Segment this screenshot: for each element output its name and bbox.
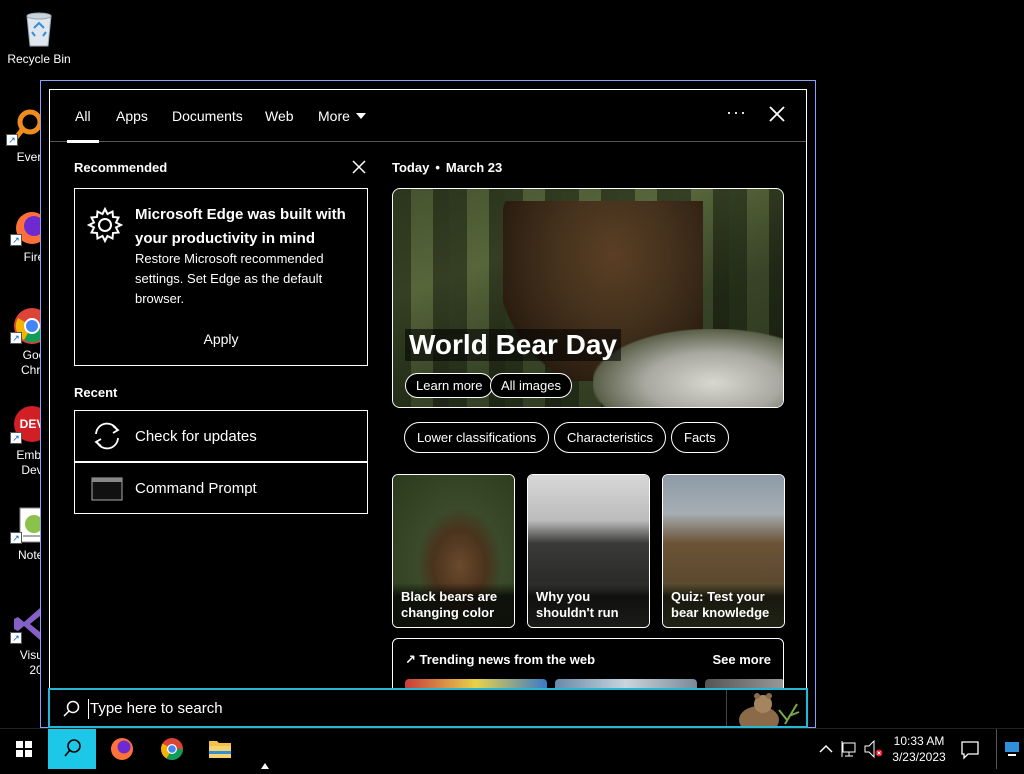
tab-more-label: More: [318, 108, 350, 124]
tab-apps[interactable]: Apps: [116, 108, 148, 124]
dismiss-recommended-icon[interactable]: [350, 158, 368, 176]
search-tabs: All Apps Documents Web More ···: [50, 90, 806, 143]
today-heading: Today • March 23: [392, 160, 786, 175]
clock-date: 3/23/2023: [892, 750, 946, 764]
trending-arrow-icon: ↗: [405, 652, 420, 667]
shortcut-arrow-icon: ↗: [10, 332, 22, 344]
news-card-quiz[interactable]: Quiz: Test your bear knowledge: [662, 474, 785, 628]
hero-card[interactable]: World Bear Day Learn more All images: [392, 188, 784, 408]
shortcut-arrow-icon: ↗: [10, 532, 22, 544]
rock-image: [593, 329, 783, 407]
search-icon: [48, 739, 96, 773]
mouse-cursor: [261, 763, 269, 769]
tab-documents[interactable]: Documents: [172, 108, 243, 124]
chevron-down-icon: [355, 113, 366, 119]
action-center-button[interactable]: [954, 729, 986, 769]
volume-muted-icon[interactable]: [862, 729, 884, 769]
show-desktop-button[interactable]: [996, 729, 1024, 769]
clock-time: 10:33 AM: [893, 734, 945, 748]
start-button[interactable]: [0, 729, 48, 769]
search-panel-content: All Apps Documents Web More ··· Recommen…: [49, 89, 807, 689]
recommended-title: Recommended: [74, 160, 168, 175]
news-card-caption: Quiz: Test your bear knowledge: [663, 583, 784, 627]
taskbar-search-box[interactable]: Type here to search: [48, 688, 808, 734]
command-prompt-icon: [91, 472, 123, 504]
recommended-body: Restore Microsoft recommended settings. …: [135, 251, 324, 306]
gear-icon: [85, 205, 125, 245]
tab-all[interactable]: All: [67, 108, 98, 143]
apply-button[interactable]: Apply: [75, 331, 367, 347]
trending-news-card[interactable]: ↗ Trending news from the web See more: [392, 638, 784, 688]
text-cursor: [88, 699, 89, 719]
desktop-icon-recycle-bin[interactable]: Recycle Bin: [1, 8, 77, 67]
chrome-icon: [148, 738, 196, 773]
show-hidden-icons-button[interactable]: [816, 729, 836, 769]
network-icon[interactable]: [840, 729, 860, 769]
separator-dot: •: [435, 160, 440, 175]
recycle-bin-icon: [19, 8, 59, 48]
today-label: Today: [392, 160, 430, 175]
recommended-card[interactable]: Microsoft Edge was built with your produ…: [74, 188, 368, 366]
taskbar-firefox[interactable]: [98, 729, 146, 769]
chip-characteristics[interactable]: Characteristics: [554, 422, 666, 453]
recent-item-label: Check for updates: [135, 428, 257, 445]
left-column: Recommended Microsoft Edge was built wit…: [74, 158, 368, 514]
chip-lower-classifications[interactable]: Lower classifications: [404, 422, 550, 453]
shortcut-arrow-icon: ↗: [10, 632, 22, 644]
trending-title: ↗ Trending news from the web: [405, 652, 595, 668]
chip-facts[interactable]: Facts: [671, 422, 729, 453]
desktop-icon-label: Recycle Bin: [7, 52, 71, 66]
news-card-caption: Why you shouldn't run: [528, 583, 649, 627]
taskbar-chrome[interactable]: [148, 729, 196, 769]
shortcut-arrow-icon: ↗: [6, 134, 18, 146]
recent-item-command-prompt[interactable]: Command Prompt: [74, 462, 368, 514]
system-clock[interactable]: 10:33 AM 3/23/2023: [888, 733, 950, 765]
recent-item-label: Command Prompt: [135, 480, 257, 497]
start-icon: [0, 741, 48, 773]
today-date: March 23: [445, 160, 503, 175]
news-card-caption: Black bears are changing color: [393, 583, 514, 627]
right-column: Today • March 23 World Bear Day Learn more…: [392, 160, 786, 688]
taskbar-search-button[interactable]: [48, 729, 96, 769]
recent-item-check-for-updates[interactable]: Check for updates: [74, 410, 368, 462]
search-input-placeholder: Type here to search: [90, 700, 223, 717]
tab-more[interactable]: More: [318, 108, 366, 124]
firefox-icon: [98, 738, 146, 773]
news-card-black-bears[interactable]: Black bears are changing color: [392, 474, 515, 628]
more-options-button[interactable]: ···: [726, 102, 747, 123]
search-icon: [62, 700, 80, 718]
recommended-heading: Microsoft Edge was built with your produ…: [135, 206, 346, 247]
learn-more-button[interactable]: Learn more: [405, 373, 494, 398]
hero-title: World Bear Day: [405, 329, 621, 361]
trending-title-text: Trending news from the web: [419, 652, 596, 667]
see-more-link[interactable]: See more: [712, 652, 771, 667]
all-images-button[interactable]: All images: [490, 373, 572, 398]
taskbar: 10:33 AM 3/23/2023: [0, 728, 1024, 769]
file-explorer-icon: [196, 741, 244, 773]
shortcut-arrow-icon: ↗: [10, 234, 22, 246]
taskbar-file-explorer[interactable]: [196, 729, 244, 769]
tab-web[interactable]: Web: [265, 108, 294, 124]
close-icon[interactable]: [767, 104, 787, 124]
update-sync-icon: [91, 420, 123, 452]
bear-doodle-image[interactable]: [726, 690, 806, 734]
shortcut-arrow-icon: ↗: [10, 432, 22, 444]
news-card-why-run[interactable]: Why you shouldn't run: [527, 474, 650, 628]
search-panel: All Apps Documents Web More ··· Recommen…: [40, 80, 816, 728]
recent-title: Recent: [74, 385, 118, 400]
